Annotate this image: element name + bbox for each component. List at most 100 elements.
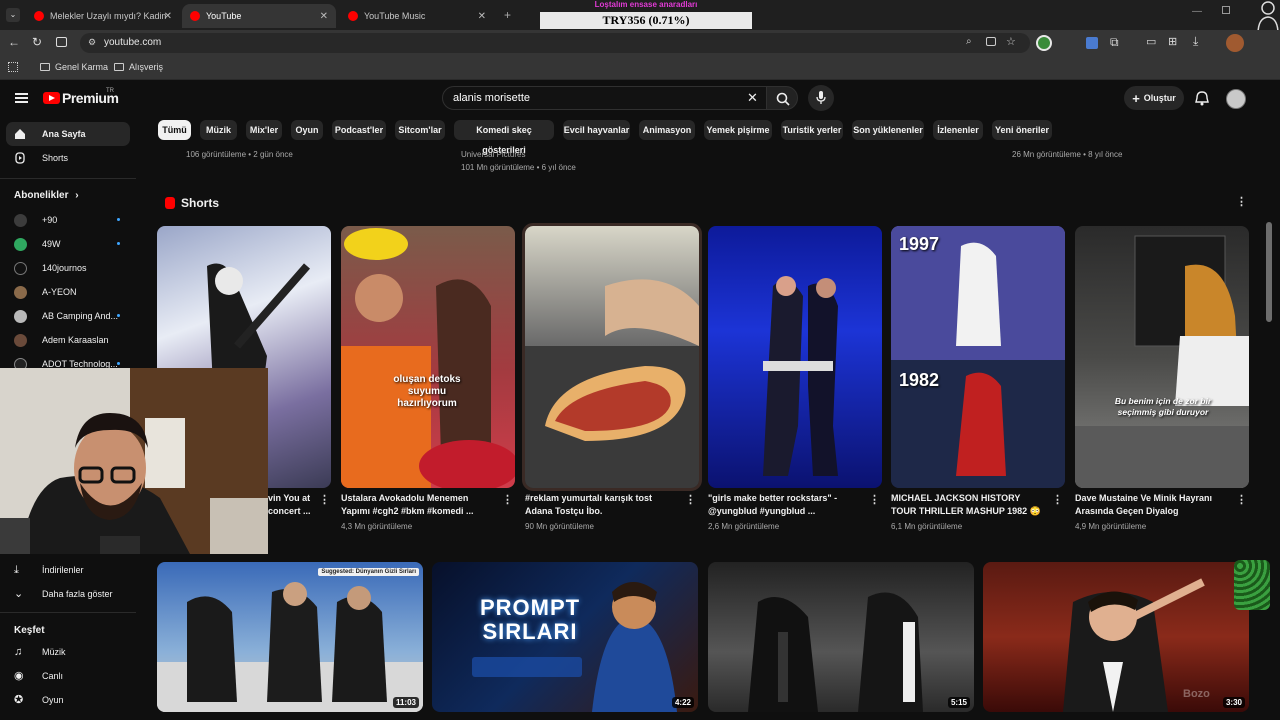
notifications-bell-icon[interactable] [1195,91,1209,111]
subscription-item[interactable]: A-YEON [6,280,130,304]
sidebar-item-show-more[interactable]: ⌄ Daha fazla göster [6,582,130,606]
new-tab-icon[interactable]: + [504,8,511,22]
sidebar-item-shorts[interactable]: Shorts [6,146,130,170]
puzzle-icon[interactable]: ⧉ [1110,35,1119,50]
chip-comedy-sketches[interactable]: Komedi skeç gösterileri [454,120,554,155]
clear-search-icon[interactable]: ✕ [747,90,758,106]
short-title[interactable]: Ustalara Avokadolu Menemen Yapımı #cgh2 … [341,492,491,518]
subscription-item[interactable]: AB Camping And... [6,304,130,328]
video-thumbnail[interactable]: Bozo 3:30 [983,562,1249,712]
site-info-icon[interactable]: ⚙ [88,37,96,48]
shorts-section-heading: Shorts [165,196,219,210]
search-input[interactable]: alanis morisette ✕ [442,86,768,110]
maximize-icon[interactable] [1222,6,1230,14]
create-button[interactable]: + Oluştur [1124,86,1184,110]
video-thumbnail[interactable]: Suggested: Dünyanın Gizli Sırları 11:03 [157,562,423,712]
zoom-icon[interactable]: ⌕ [966,36,972,47]
short-more-icon[interactable]: ⋮ [1236,495,1247,506]
sidebar-item-live[interactable]: ◉ Canlı [6,664,130,688]
sidebar-item-home[interactable]: Ana Sayfa [6,122,130,146]
short-title[interactable]: "girls make better rockstars" - @yungblu… [708,492,858,518]
sidebar-item-downloads[interactable]: ⤓ İndirilenler [6,558,130,582]
tab-melekler[interactable]: Melekler Uzaylı mıydı? Kadim M ✕ [26,4,180,28]
bookmark-folder-alisveris[interactable]: Alışveriş [114,62,163,72]
apps-grid-icon[interactable] [8,62,18,72]
tab-list-icon[interactable]: ⌄ [6,8,20,22]
short-thumbnail[interactable] [522,223,702,491]
short-thumbnail[interactable]: Bu benim için de zor bir seçimmiş gibi d… [1075,226,1249,488]
media-icon[interactable]: ▭ [1146,35,1156,48]
short-more-icon[interactable]: ⋮ [502,495,513,506]
browser-toolbar: ← ↻ ⚙ youtube.com ⌕ ☆ ⧉ ▭ ⊞ ⤓ [0,30,1280,56]
chip-watched[interactable]: İzlenenler [933,120,983,140]
close-tab-icon[interactable]: ✕ [164,11,172,22]
chip-mixes[interactable]: Mix'ler [246,120,282,140]
close-tab-icon[interactable]: ✕ [478,11,486,22]
short-more-icon[interactable]: ⋮ [685,495,696,506]
account-avatar[interactable] [1226,89,1246,109]
short-title[interactable]: #reklam yumurtalı karışık tost Adana Tos… [525,492,675,518]
video-overlay-label: Suggested: Dünyanın Gizli Sırları [318,568,419,576]
short-title[interactable]: MICHAEL JACKSON HISTORY TOUR THRILLER MA… [891,492,1041,518]
extension-avatar-icon[interactable] [1036,35,1052,51]
short-more-icon[interactable]: ⋮ [1052,495,1063,506]
subscriptions-heading[interactable]: Abonelikler › [14,190,79,201]
download-icon[interactable]: ⤓ [1193,34,1198,49]
tab-youtube[interactable]: YouTube ✕ [182,4,336,28]
chip-cooking[interactable]: Yemek pişirme [704,120,772,140]
short-more-icon[interactable]: ⋮ [319,495,330,506]
short-thumbnail[interactable] [708,226,882,488]
chip-all[interactable]: Tümü [158,120,191,140]
short-thumbnail[interactable]: 1997 1982 [891,226,1065,488]
short-title[interactable]: vin You at concert ... [268,492,316,518]
short-title[interactable]: Dave Mustaine Ve Minik Hayranı Arasında … [1075,492,1225,518]
sidebar-item-gaming[interactable]: ✪ Oyun [6,688,130,712]
tab-title: YouTube Music [364,11,426,21]
chip-new-to-you[interactable]: Yeni öneriler [992,120,1052,140]
chip-gaming[interactable]: Oyun [291,120,323,140]
shorts-more-menu-icon[interactable]: ⋮ [1236,197,1247,208]
chip-pets[interactable]: Evcil hayvanlar [563,120,630,140]
chip-music[interactable]: Müzik [200,120,237,140]
subscription-item[interactable]: +90 [6,208,130,232]
close-tab-icon[interactable]: ✕ [320,11,328,22]
profile-avatar[interactable] [1226,34,1244,52]
translate-icon[interactable]: ⊞ [1168,35,1177,48]
video-duration: 5:15 [947,697,970,708]
short-thumbnail[interactable]: oluşan detoks suyumu hazırlıyorum [341,226,515,488]
subscription-item[interactable]: 140journos [6,256,130,280]
voice-search-button[interactable] [808,85,834,111]
video-thumbnail[interactable]: 5:15 [708,562,974,712]
video-channel[interactable]: Universal Pictures [461,150,525,159]
chip-sitcoms[interactable]: Sitcom'lar [395,120,445,140]
music-note-icon: ♫ [14,646,23,658]
subscription-item[interactable]: 49W [6,232,130,256]
search-button[interactable] [766,86,798,110]
short-more-icon[interactable]: ⋮ [869,495,880,506]
sidebar-item-music[interactable]: ♫ Müzik [6,640,130,664]
chip-podcasts[interactable]: Podcast'ler [332,120,386,140]
chip-recently-uploaded[interactable]: Son yüklenenler [852,120,924,140]
bookmark-folder-genel-karma[interactable]: Genel Karma [40,62,108,72]
install-icon[interactable] [986,37,996,46]
webcam-image [0,368,268,554]
back-icon[interactable]: ← [8,35,20,49]
subscription-item[interactable]: Adem Karaaslan [6,328,130,352]
extension-icon[interactable] [1086,37,1098,49]
page-scrollbar[interactable] [1266,222,1272,322]
chip-animation[interactable]: Animasyon [639,120,695,140]
sidebar-item-label: AB Camping And... [42,311,119,321]
bookmark-label: Genel Karma [55,62,109,72]
tab-youtube-music[interactable]: YouTube Music ✕ [340,4,494,28]
reload-icon[interactable]: ↻ [32,35,42,49]
bookmark-star-icon[interactable]: ☆ [1006,35,1016,48]
minimize-icon[interactable]: — [1192,6,1202,17]
sidebar-toggle-icon[interactable] [56,37,67,47]
youtube-favicon-icon [34,11,44,21]
person-overlay-icon [1256,0,1280,35]
video-thumbnail[interactable]: PROMPT SIRLARI 4:22 [432,562,698,712]
address-bar[interactable]: ⚙ youtube.com ⌕ ☆ [80,33,1030,53]
chip-travel[interactable]: Turistik yerler [781,120,843,140]
youtube-logo-icon[interactable] [43,92,60,104]
hamburger-menu-icon[interactable] [15,93,28,103]
